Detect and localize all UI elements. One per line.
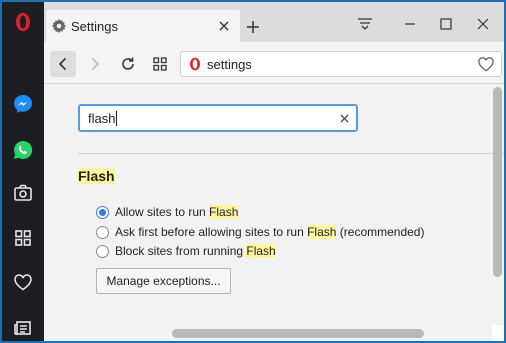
close-icon	[477, 18, 489, 30]
whatsapp-icon	[14, 140, 33, 159]
address-text: settings	[207, 56, 252, 72]
settings-content: flash Flash Allow sites to run Flash Ask…	[44, 85, 504, 341]
title-bar: Settings	[44, 2, 504, 42]
messenger-button[interactable]	[2, 86, 44, 122]
menu-icon	[358, 18, 372, 30]
maximize-icon	[440, 18, 452, 30]
speed-dial-toolbar-button[interactable]	[147, 51, 173, 77]
scroll-corner	[492, 325, 504, 341]
option-label: Block sites from running Flash	[115, 244, 276, 258]
radio-allow-flash[interactable]: Allow sites to run Flash	[96, 205, 239, 219]
news-button[interactable]	[2, 310, 44, 341]
option-label: Ask first before allowing sites to run F…	[115, 225, 425, 239]
toolbar: settings	[44, 42, 504, 84]
tab-menu-button[interactable]	[352, 12, 378, 36]
radio-button[interactable]	[96, 244, 109, 258]
opera-logo-icon	[16, 13, 30, 31]
close-icon	[219, 21, 229, 31]
tab-settings[interactable]: Settings	[46, 10, 240, 42]
back-icon	[58, 57, 67, 71]
heart-icon	[14, 274, 32, 291]
messenger-icon	[14, 95, 32, 113]
section-title: Flash	[78, 168, 115, 184]
sidebar	[2, 2, 44, 341]
plus-icon	[247, 21, 259, 33]
close-window-button[interactable]	[470, 12, 496, 36]
heart-icon	[478, 57, 494, 72]
reload-icon	[122, 57, 134, 70]
option-label: Allow sites to run Flash	[115, 205, 239, 219]
manage-exceptions-button[interactable]: Manage exceptions...	[96, 268, 231, 294]
radio-button[interactable]	[96, 225, 109, 239]
radio-block-flash[interactable]: Block sites from running Flash	[96, 244, 276, 258]
address-bar[interactable]: settings	[180, 51, 502, 77]
minimize-button[interactable]	[397, 12, 423, 36]
bookmark-page-button[interactable]	[477, 56, 495, 75]
opera-logo-icon	[190, 57, 200, 71]
bookmarks-button[interactable]	[2, 264, 44, 300]
gear-icon	[52, 19, 66, 33]
divider	[78, 153, 504, 154]
whatsapp-button[interactable]	[2, 132, 44, 168]
opera-menu-button[interactable]	[2, 4, 44, 40]
search-clear-button[interactable]	[338, 112, 350, 124]
horizontal-scrollbar[interactable]	[172, 329, 424, 338]
tab-title: Settings	[71, 18, 118, 34]
close-icon	[339, 113, 349, 123]
new-tab-button[interactable]	[242, 16, 264, 38]
settings-search-input[interactable]: flash	[78, 104, 358, 132]
camera-icon	[14, 184, 32, 201]
back-button[interactable]	[50, 51, 76, 77]
text-caret	[116, 110, 118, 126]
radio-button[interactable]	[96, 205, 109, 219]
tab-close-button[interactable]	[216, 18, 232, 34]
forward-button[interactable]	[82, 51, 108, 77]
vertical-scrollbar[interactable]	[493, 87, 502, 277]
news-icon	[14, 321, 31, 335]
search-value: flash	[88, 110, 116, 126]
browser-window: Settings settings flash Flash Allow site…	[2, 2, 504, 341]
reload-button[interactable]	[115, 51, 141, 77]
forward-icon	[91, 57, 100, 71]
maximize-button[interactable]	[433, 12, 459, 36]
speed-dial-button[interactable]	[2, 220, 44, 256]
speed-dial-icon	[15, 230, 31, 246]
camera-button[interactable]	[2, 175, 44, 211]
minimize-icon	[405, 23, 415, 25]
grid-icon	[153, 57, 167, 71]
radio-ask-first[interactable]: Ask first before allowing sites to run F…	[96, 225, 424, 239]
